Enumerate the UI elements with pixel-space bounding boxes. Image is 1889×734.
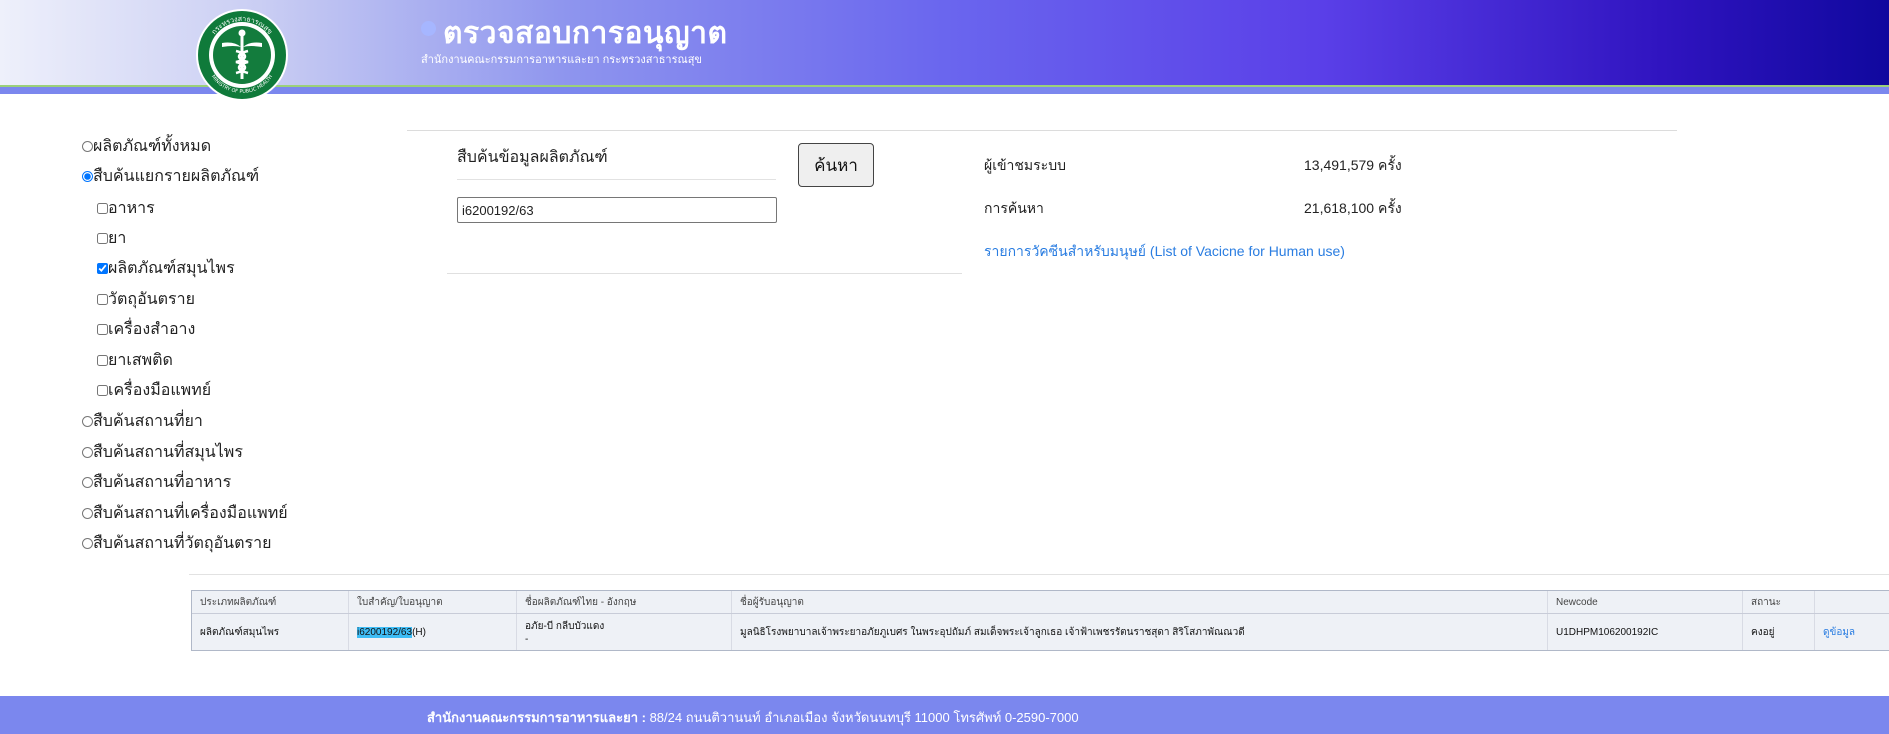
product-name-en: - bbox=[525, 634, 529, 645]
cell-detail: ดูข้อมูล bbox=[1814, 614, 1889, 650]
header-action bbox=[1814, 591, 1889, 613]
footer-contact: สำนักงานคณะกรรมการอาหารและยา : 88/24 ถนน… bbox=[427, 707, 1079, 728]
category-medical-devices[interactable]: เครื่องมือแพทย์ bbox=[97, 378, 211, 403]
visitors-count: 13,491,579 ครั้ง bbox=[1304, 157, 1402, 173]
radio-all-products[interactable] bbox=[82, 141, 93, 152]
header-status[interactable]: สถานะ bbox=[1742, 591, 1814, 613]
header-newcode[interactable]: Newcode bbox=[1547, 591, 1742, 613]
view-detail-link[interactable]: ดูข้อมูล bbox=[1823, 625, 1855, 640]
table-row: ผลิตภัณฑ์สมุนไพร i6200192/63 (H) อภัย-บี … bbox=[192, 614, 1889, 650]
category-herbal[interactable]: ผลิตภัณฑ์สมุนไพร bbox=[97, 256, 235, 281]
option-place-hazardous[interactable]: สืบค้นสถานที่วัตถุอันตราย bbox=[82, 531, 271, 556]
radio-place-hazardous[interactable] bbox=[82, 538, 93, 549]
checkbox-herbal[interactable] bbox=[97, 263, 108, 274]
results-divider bbox=[189, 574, 1889, 575]
option-place-herbal[interactable]: สืบค้นสถานที่สมุนไพร bbox=[82, 440, 243, 465]
license-suffix: (H) bbox=[412, 626, 426, 638]
search-title: สืบค้นข้อมูลผลิตภัณฑ์ bbox=[457, 149, 608, 166]
search-divider bbox=[447, 273, 962, 274]
option-place-food[interactable]: สืบค้นสถานที่อาหาร bbox=[82, 470, 231, 495]
header-product-type[interactable]: ประเภทผลิตภัณฑ์ bbox=[192, 591, 348, 613]
cell-newcode: U1DHPM106200192IC bbox=[1547, 614, 1742, 650]
radio-place-medical-devices[interactable] bbox=[82, 508, 93, 519]
header-product-name[interactable]: ชื่อผลิตภัณฑ์ไทย - อังกฤษ bbox=[516, 591, 731, 613]
searches-label: การค้นหา bbox=[984, 200, 1044, 216]
visitors-label: ผู้เข้าชมระบบ bbox=[984, 157, 1066, 173]
checkbox-medical-devices[interactable] bbox=[97, 385, 108, 396]
search-button[interactable]: ค้นหา bbox=[798, 143, 874, 187]
category-hazardous[interactable]: วัตถุอันตราย bbox=[97, 287, 195, 312]
table-header-row: ประเภทผลิตภัณฑ์ ใบสำคัญ/ใบอนุญาต ชื่อผลิ… bbox=[192, 591, 1889, 614]
option-all-products[interactable]: ผลิตภัณฑ์ทั้งหมด bbox=[82, 134, 211, 159]
header-license[interactable]: ใบสำคัญ/ใบอนุญาต bbox=[348, 591, 516, 613]
search-title-underline bbox=[457, 179, 776, 180]
cell-product-name: อภัย-บี กลีบบัวแดง - bbox=[516, 614, 731, 650]
search-input[interactable] bbox=[457, 197, 777, 223]
category-food[interactable]: อาหาร bbox=[97, 196, 155, 221]
ministry-seal-logo: กระทรวงสาธารณสุข MINISTRY OF PUBLIC HEAL… bbox=[196, 9, 288, 101]
radio-place-drug[interactable] bbox=[82, 416, 93, 427]
cell-product-type: ผลิตภัณฑ์สมุนไพร bbox=[200, 626, 280, 638]
license-number-highlight: i6200192/63 bbox=[357, 626, 413, 638]
cell-status: คงอยู่ bbox=[1742, 614, 1814, 650]
category-drug[interactable]: ยา bbox=[97, 226, 126, 251]
checkbox-food[interactable] bbox=[97, 203, 108, 214]
results-table: ประเภทผลิตภัณฑ์ ใบสำคัญ/ใบอนุญาต ชื่อผลิ… bbox=[191, 590, 1889, 651]
radio-place-herbal[interactable] bbox=[82, 447, 93, 458]
checkbox-cosmetics[interactable] bbox=[97, 324, 108, 335]
option-by-product[interactable]: สืบค้นแยกรายผลิตภัณฑ์ bbox=[82, 164, 259, 189]
footer-address: 88/24 ถนนติวานนท์ อำเภอเมือง จังหวัดนนทบ… bbox=[645, 710, 1079, 725]
title-bullet-icon bbox=[421, 21, 436, 36]
checkbox-narcotics[interactable] bbox=[97, 355, 108, 366]
page-subtitle: สำนักงานคณะกรรมการอาหารและยา กระทรวงสาธา… bbox=[421, 54, 702, 66]
content-divider bbox=[407, 130, 1677, 131]
cell-license: i6200192/63 (H) bbox=[348, 614, 516, 650]
product-name-th: อภัย-บี กลีบบัวแดง bbox=[525, 621, 605, 632]
checkbox-hazardous[interactable] bbox=[97, 294, 108, 305]
header-licensee[interactable]: ชื่อผู้รับอนุญาต bbox=[731, 591, 1547, 613]
radio-place-food[interactable] bbox=[82, 477, 93, 488]
cell-licensee: มูลนิธิโรงพยาบาลเจ้าพระยาอภัยภูเบศร ในพร… bbox=[731, 614, 1547, 650]
searches-count: 21,618,100 ครั้ง bbox=[1304, 200, 1402, 216]
footer-org: สำนักงานคณะกรรมการอาหารและยา : bbox=[427, 710, 646, 725]
vaccine-list-link[interactable]: รายการวัคซีนสำหรับมนุษย์ (List of Vacicn… bbox=[984, 241, 1345, 263]
site-footer: สำนักงานคณะกรรมการอาหารและยา : 88/24 ถนน… bbox=[0, 696, 1889, 734]
option-place-medical-devices[interactable]: สืบค้นสถานที่เครื่องมือแพทย์ bbox=[82, 501, 288, 526]
radio-by-product[interactable] bbox=[82, 171, 93, 182]
option-place-drug[interactable]: สืบค้นสถานที่ยา bbox=[82, 409, 203, 434]
category-cosmetics[interactable]: เครื่องสำอาง bbox=[97, 317, 195, 342]
checkbox-drug[interactable] bbox=[97, 233, 108, 244]
category-narcotics[interactable]: ยาเสพติด bbox=[97, 348, 173, 373]
